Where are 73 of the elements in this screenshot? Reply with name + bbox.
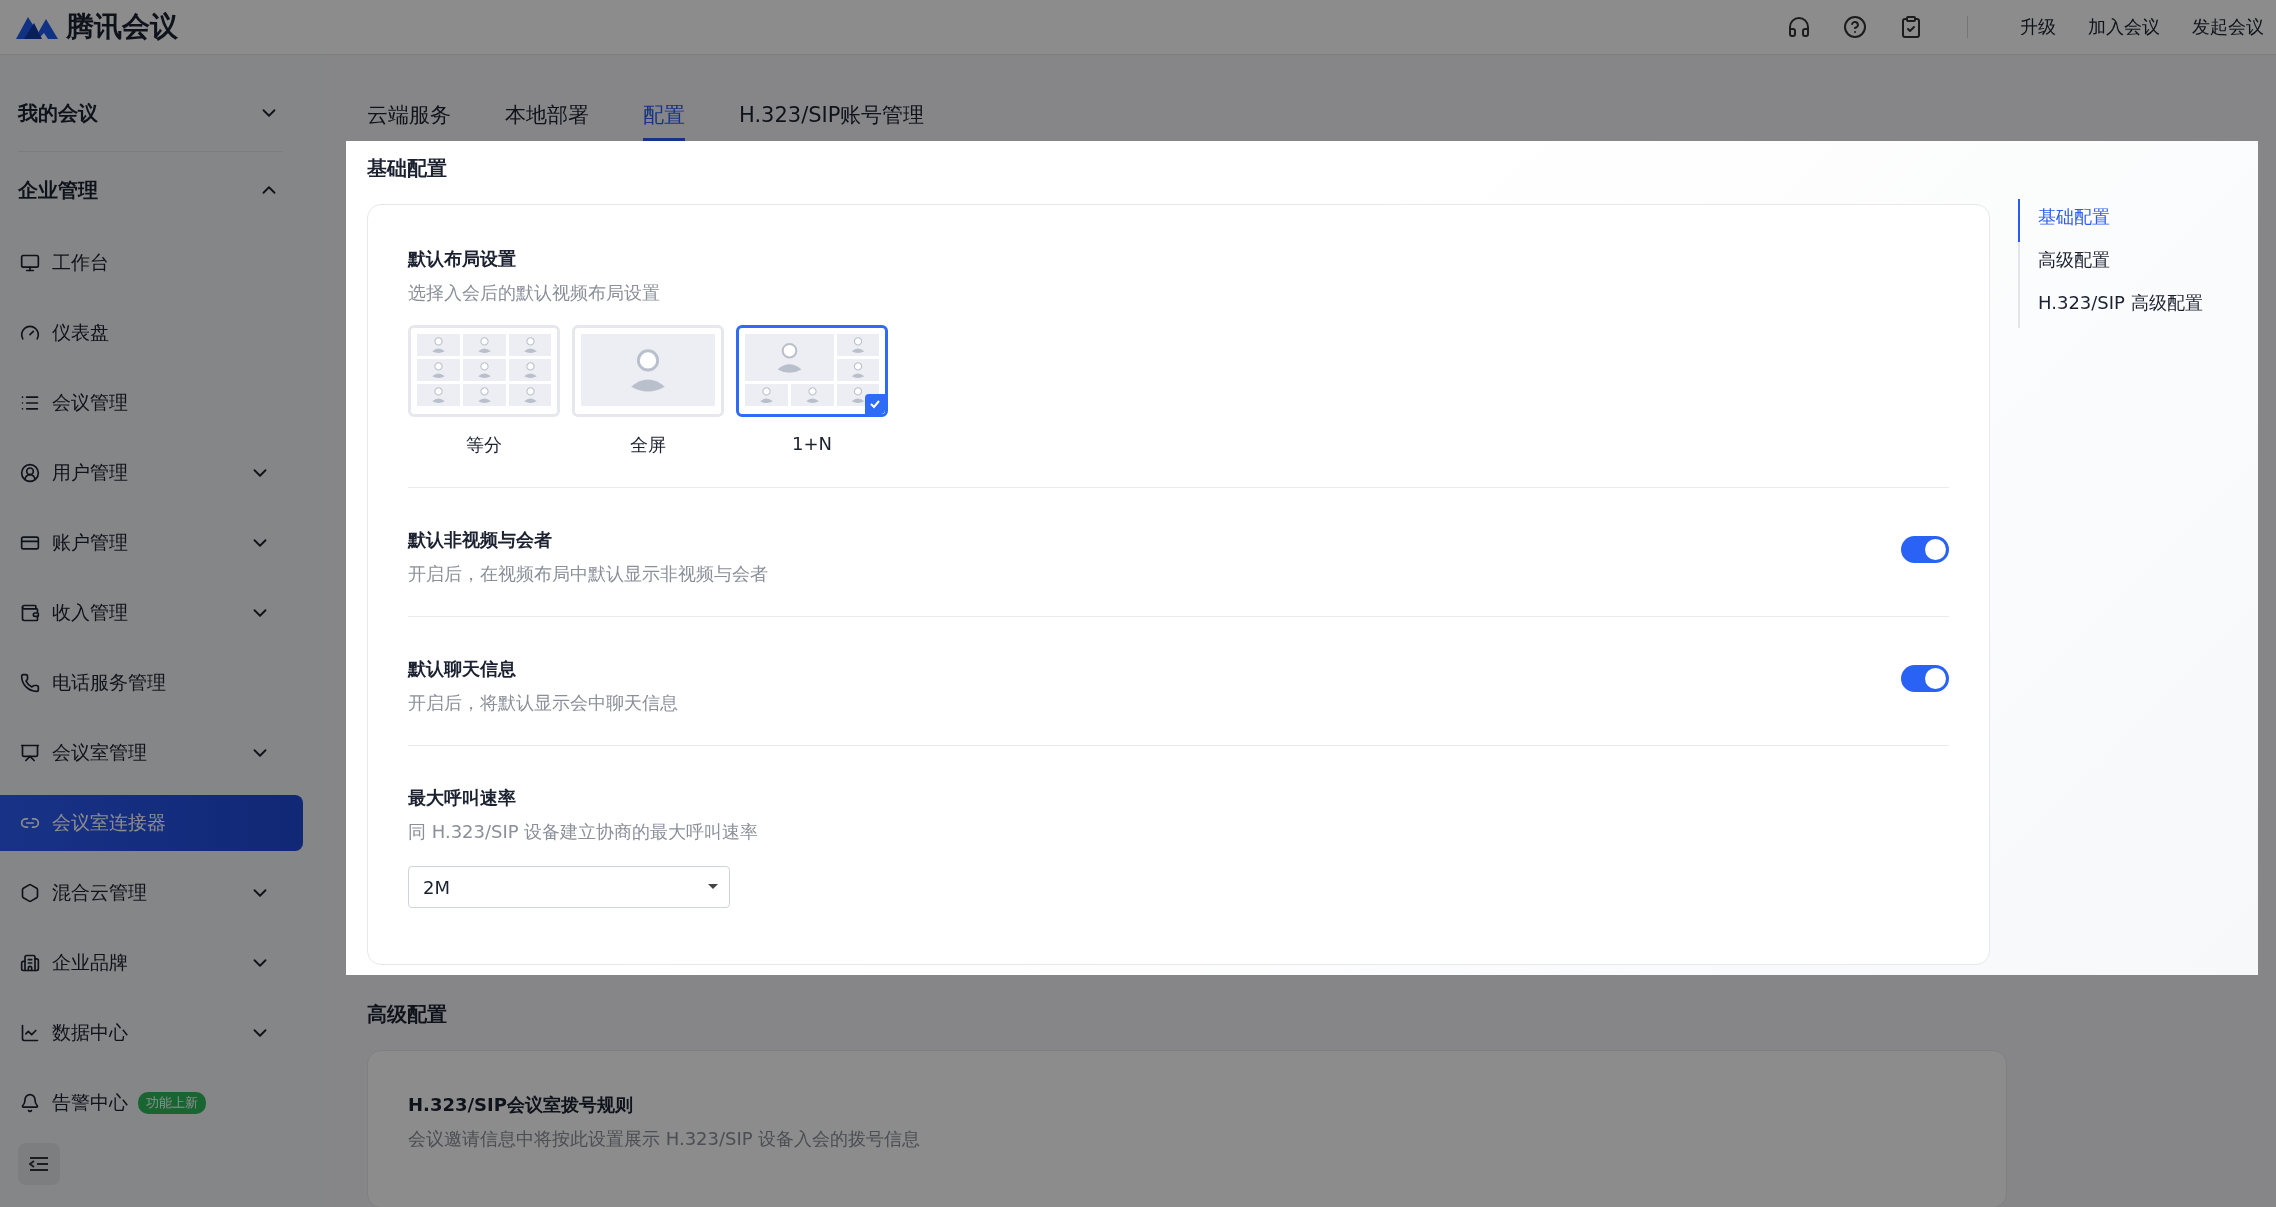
tab[interactable]: 本地部署	[505, 101, 589, 141]
user-icon	[20, 463, 40, 483]
sidebar-item-label: 收入管理	[52, 600, 128, 625]
wallet-icon	[20, 603, 40, 623]
setting-description: 会议邀请信息中将按此设置展示 H.323/SIP 设备入会的拨号信息	[408, 1127, 922, 1151]
sidebar-item[interactable]: 用户管理	[0, 445, 303, 501]
anchor-link[interactable]: 高级配置	[2018, 242, 2240, 285]
hexagon-icon	[20, 883, 40, 903]
header-link[interactable]: 发起会议	[2192, 15, 2264, 39]
monitor-icon	[20, 253, 40, 273]
headset-icon[interactable]	[1787, 15, 1811, 39]
check-icon	[865, 394, 885, 414]
bell-icon	[20, 1093, 40, 1113]
sidebar-item[interactable]: 会议室连接器	[0, 795, 303, 851]
anchor-link[interactable]: H.323/SIP 高级配置	[2018, 285, 2240, 328]
collapse-sidebar-button[interactable]	[18, 1143, 60, 1185]
sidebar-item[interactable]: 收入管理	[0, 585, 303, 641]
setting-title: 默认布局设置	[408, 247, 517, 271]
toggle-switch[interactable]	[1901, 665, 1949, 692]
sidebar-item-label: 企业品牌	[52, 950, 128, 975]
sidebar-item[interactable]: 工作台	[0, 235, 303, 291]
gauge-icon	[20, 323, 40, 343]
setting-description: 开启后，在视频布局中默认显示非视频与会者	[408, 562, 768, 586]
tab[interactable]: H.323/SIP账号管理	[739, 101, 925, 141]
presentation-icon	[20, 743, 40, 763]
anchor-link[interactable]: 基础配置	[2018, 199, 2240, 242]
sidebar-item[interactable]: 仪表盘	[0, 305, 303, 361]
new-feature-badge: 功能上新	[138, 1092, 206, 1114]
clipboard-icon[interactable]	[1899, 15, 1923, 39]
setting-title: H.323/SIP会议室拨号规则	[408, 1093, 634, 1117]
building-icon	[20, 953, 40, 973]
sidebar-item[interactable]: 会议管理	[0, 375, 303, 431]
sidebar-item[interactable]: 会议室管理	[0, 725, 303, 781]
sidebar-item-label: 会议室管理	[52, 740, 147, 765]
sidebar-item-label: 混合云管理	[52, 880, 147, 905]
setting-description: 开启后，将默认显示会中聊天信息	[408, 691, 678, 715]
sidebar-item-label: 数据中心	[52, 1020, 128, 1045]
sidebar-item-label: 电话服务管理	[52, 670, 166, 695]
help-icon[interactable]	[1843, 15, 1867, 39]
line-chart-icon	[20, 1023, 40, 1043]
sidebar-item[interactable]: 电话服务管理	[0, 655, 303, 711]
phone-icon	[20, 673, 40, 693]
sidebar-section-header[interactable]: 企业管理	[0, 152, 290, 228]
sidebar-item[interactable]: 混合云管理	[0, 865, 303, 921]
card-icon	[20, 533, 40, 553]
tab[interactable]: 云端服务	[367, 101, 451, 141]
sidebar-item-label: 告警中心	[52, 1090, 128, 1115]
sidebar-item-label: 工作台	[52, 250, 109, 275]
setting-title: 默认聊天信息	[408, 657, 517, 681]
logo-text: 腾讯会议	[66, 9, 178, 45]
setting-title: 默认非视频与会者	[408, 528, 553, 552]
sidebar-section-header[interactable]: 我的会议	[0, 75, 290, 151]
header-link[interactable]: 升级	[2020, 15, 2056, 39]
sidebar-item-label: 用户管理	[52, 460, 128, 485]
setting-description: 同 H.323/SIP 设备建立协商的最大呼叫速率	[408, 820, 760, 844]
sidebar-item[interactable]: 数据中心	[0, 1005, 303, 1061]
section-title: 基础配置	[367, 155, 448, 182]
rate-select[interactable]: 2M	[408, 866, 730, 908]
indent-decrease-icon	[29, 1156, 49, 1172]
setting-description: 选择入会后的默认视频布局设置	[408, 281, 661, 305]
sidebar-item-label: 账户管理	[52, 530, 128, 555]
header-link[interactable]: 加入会议	[2088, 15, 2160, 39]
sidebar-item-label: 仪表盘	[52, 320, 109, 345]
section-title: 高级配置	[367, 1001, 448, 1028]
sidebar-item-label: 会议管理	[52, 390, 128, 415]
sidebar-item[interactable]: 账户管理	[0, 515, 303, 571]
toggle-switch[interactable]	[1901, 536, 1949, 563]
caret-down-icon	[707, 883, 719, 891]
setting-title: 最大呼叫速率	[408, 786, 517, 810]
sidebar-item[interactable]: 告警中心 功能上新	[0, 1075, 303, 1131]
sidebar-item[interactable]: 企业品牌	[0, 935, 303, 991]
sidebar-item-label: 会议室连接器	[52, 810, 166, 835]
list-icon	[20, 393, 40, 413]
